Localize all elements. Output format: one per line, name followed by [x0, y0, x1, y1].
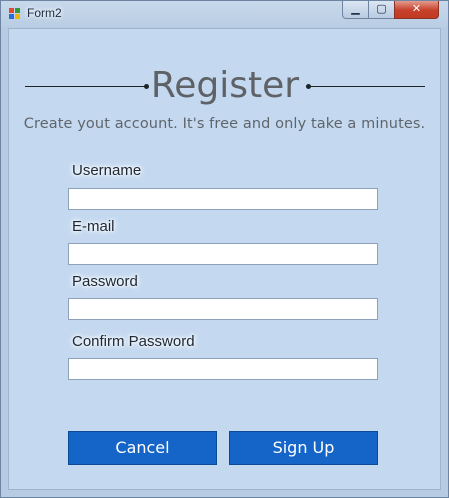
confirm-password-field[interactable]	[68, 358, 378, 380]
email-label: E-mail	[72, 218, 115, 235]
page-title: Register	[150, 65, 300, 106]
password-field[interactable]	[68, 298, 378, 320]
heading-divider-dot-left	[144, 84, 149, 89]
email-field[interactable]	[68, 243, 378, 265]
sign-up-button[interactable]: Sign Up	[229, 431, 378, 465]
password-label: Password	[72, 273, 138, 290]
heading-divider-right	[306, 86, 425, 87]
heading-divider-left	[25, 86, 145, 87]
close-icon: ✕	[411, 2, 422, 15]
username-field[interactable]	[68, 188, 378, 210]
minimize-button[interactable]: ▁	[342, 1, 369, 19]
page-subtitle: Create yout account. It's free and only …	[23, 116, 426, 132]
confirm-password-label: Confirm Password	[72, 333, 195, 350]
minimize-icon: ▁	[351, 2, 360, 15]
windows-form-icon	[9, 8, 21, 20]
close-button[interactable]: ✕	[394, 1, 439, 19]
cancel-button[interactable]: Cancel	[68, 431, 217, 465]
title-bar[interactable]: Form2 ▁ ▢ ✕	[1, 1, 448, 27]
maximize-icon: ▢	[376, 2, 387, 15]
username-label: Username	[72, 162, 142, 179]
maximize-button[interactable]: ▢	[368, 1, 395, 19]
window-title: Form2	[27, 6, 62, 20]
